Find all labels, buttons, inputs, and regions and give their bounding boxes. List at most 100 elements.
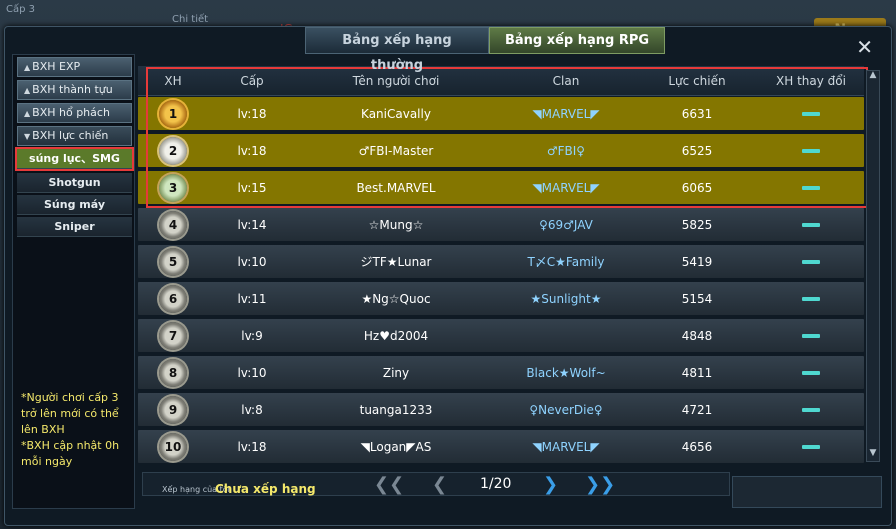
first-page-icon[interactable]: ❮❮: [374, 474, 404, 495]
player-name-cell[interactable]: ☆Mung☆: [296, 218, 496, 232]
last-page-icon[interactable]: ❯❯: [585, 474, 615, 495]
prev-page-icon[interactable]: ❮: [432, 474, 447, 495]
table-row[interactable]: 10 lv:18 ◥Logan◤AS ◥MARVEL◤ 4656: [138, 430, 864, 463]
sidebar-subitem-shotgun[interactable]: Shotgun: [17, 173, 132, 193]
power-cell: 4656: [681, 439, 713, 454]
rank-cell: 1: [138, 99, 208, 128]
level-cell: lv:11: [237, 291, 267, 306]
sidebar-subitem-sniper[interactable]: Sniper: [17, 217, 132, 237]
sidebar-subitem-pistol-smg[interactable]: súng lục、SMG: [15, 147, 134, 171]
level-cell: lv:15: [237, 180, 267, 195]
clan-cell[interactable]: ♀69♂JAV: [496, 218, 636, 232]
table-row[interactable]: 1 lv:18 KaniCavally ◥MARVEL◤ 6631: [138, 97, 864, 130]
tab-rpg-ranking[interactable]: Bảng xếp hạng RPG: [489, 27, 665, 54]
table-row[interactable]: 7 lv:9 Hz♥d2004 4848: [138, 319, 864, 352]
table-row[interactable]: 9 lv:8 tuanga1233 ♀NeverDie♀ 4721: [138, 393, 864, 426]
rank-medal-icon: 7: [159, 321, 187, 350]
rank-medal-icon: 8: [159, 358, 187, 387]
sidebar: ▲ BXH EXP ▲ BXH thành tựu ▲ BXH hổ phách ▼ B…: [12, 54, 135, 509]
footer-right-panel: [732, 476, 882, 508]
clan-cell[interactable]: ◥MARVEL◤: [496, 440, 636, 454]
table-row[interactable]: 3 lv:15 Best.MARVEL ◥MARVEL◤ 6065: [138, 171, 864, 204]
page-indicator: 1/20: [480, 476, 512, 492]
table-row[interactable]: 4 lv:14 ☆Mung☆ ♀69♂JAV 5825: [138, 208, 864, 241]
tab-normal-ranking[interactable]: Bảng xếp hạng thường: [305, 27, 489, 73]
level-cell: lv:10: [237, 365, 267, 380]
clan-cell[interactable]: ♂FBI♀: [496, 144, 636, 158]
rank-cell: 6: [138, 284, 208, 313]
rank-medal-icon: 2: [159, 136, 187, 165]
sidebar-item-amber[interactable]: ▲ BXH hổ phách: [17, 103, 132, 123]
rank-change-cell: [758, 218, 864, 232]
header-clan: Clan: [552, 73, 580, 88]
table-row[interactable]: 6 lv:11 ★Ng☆Quoc ★Sunlight★ 5154: [138, 282, 864, 315]
sidebar-item-label: BXH lực chiến: [32, 129, 109, 142]
level-cell: lv:18: [237, 106, 267, 121]
no-change-icon: [802, 112, 820, 116]
my-rank-value: Chưa xếp hạng: [215, 482, 316, 496]
no-change-icon: [802, 445, 820, 449]
sidebar-subitem-machine-gun[interactable]: Súng máy: [17, 195, 132, 215]
rank-change-cell: [758, 255, 864, 269]
player-name-cell[interactable]: Ziny: [296, 366, 496, 380]
no-change-icon: [802, 260, 820, 264]
rank-cell: 9: [138, 395, 208, 424]
table-row[interactable]: 5 lv:10 ジTF★Lunar T〆C★Family 5419: [138, 245, 864, 278]
clan-cell[interactable]: ♀NeverDie♀: [496, 403, 636, 417]
next-page-icon[interactable]: ❯: [543, 474, 558, 495]
level-cell: lv:18: [237, 143, 267, 158]
level-cell: lv:9: [241, 328, 263, 343]
no-change-icon: [802, 186, 820, 190]
player-name-cell[interactable]: ◥Logan◤AS: [296, 440, 496, 454]
power-cell: 5419: [681, 254, 713, 269]
clan-cell[interactable]: Black★Wolf~: [496, 366, 636, 380]
player-name-cell[interactable]: ★Ng☆Quoc: [296, 292, 496, 306]
ranking-note: *Người chơi cấp 3 trở lên mới có thể lên…: [21, 391, 120, 468]
power-cell: 6631: [681, 106, 713, 121]
rank-cell: 5: [138, 247, 208, 276]
header-rank: XH: [164, 73, 182, 88]
sidebar-item-label: BXH EXP: [32, 60, 81, 73]
power-cell: 4811: [681, 365, 713, 380]
no-change-icon: [802, 297, 820, 301]
power-cell: 5825: [681, 217, 713, 232]
table-row[interactable]: 8 lv:10 Ziny Black★Wolf~ 4811: [138, 356, 864, 389]
table-row[interactable]: 2 lv:18 ♂FBI-Master ♂FBI♀ 6525: [138, 134, 864, 167]
rank-medal-icon: 9: [159, 395, 187, 424]
rank-cell: 7: [138, 321, 208, 350]
level-cell: lv:8: [241, 402, 263, 417]
triangle-up-icon: ▲: [24, 63, 31, 72]
no-change-icon: [802, 334, 820, 338]
player-name-cell[interactable]: ♂FBI-Master: [296, 144, 496, 158]
sidebar-item-label: BXH thành tựu: [32, 83, 113, 96]
rank-change-cell: [758, 292, 864, 306]
no-change-icon: [802, 371, 820, 375]
sidebar-item-achievement[interactable]: ▲ BXH thành tựu: [17, 80, 132, 100]
close-icon[interactable]: ✕: [856, 35, 873, 59]
player-name-cell[interactable]: tuanga1233: [296, 403, 496, 417]
rank-change-cell: [758, 144, 864, 158]
rank-medal-icon: 10: [159, 432, 187, 461]
level-cell: lv:10: [237, 254, 267, 269]
player-name-cell[interactable]: Best.MARVEL: [296, 181, 496, 195]
rank-cell: 2: [138, 136, 208, 165]
table-scrollbar[interactable]: [866, 70, 880, 462]
rank-change-cell: [758, 181, 864, 195]
player-name-cell[interactable]: ジTF★Lunar: [296, 253, 496, 270]
header-rank-change: XH thay đổi: [776, 73, 846, 88]
sidebar-item-exp[interactable]: ▲ BXH EXP: [17, 57, 132, 77]
power-cell: 6525: [681, 143, 713, 158]
header-power: Lực chiến: [668, 73, 726, 88]
clan-cell[interactable]: ★Sunlight★: [496, 292, 636, 306]
power-cell: 6065: [681, 180, 713, 195]
player-name-cell[interactable]: KaniCavally: [296, 107, 496, 121]
clan-cell[interactable]: ◥MARVEL◤: [496, 181, 636, 195]
scroll-up-icon[interactable]: ▲: [866, 70, 880, 84]
table-body: 1 lv:18 KaniCavally ◥MARVEL◤ 6631 2 lv:18 ♂FBI-…: [138, 97, 864, 467]
clan-cell[interactable]: T〆C★Family: [496, 253, 636, 270]
sidebar-item-power[interactable]: ▼ BXH lực chiến: [17, 126, 132, 146]
clan-cell[interactable]: ◥MARVEL◤: [496, 107, 636, 121]
player-level-label: Cấp 3: [6, 4, 35, 15]
player-name-cell[interactable]: Hz♥d2004: [296, 329, 496, 343]
scroll-down-icon[interactable]: ▼: [866, 448, 880, 462]
